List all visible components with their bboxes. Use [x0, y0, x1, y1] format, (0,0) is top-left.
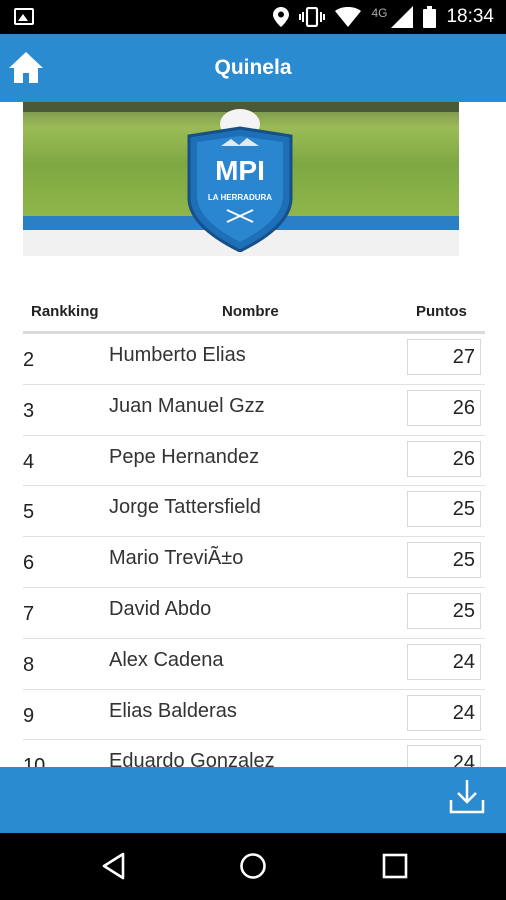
header-name: Nombre	[222, 303, 279, 320]
row-rank: 8	[23, 653, 35, 676]
row-rank: 7	[23, 602, 35, 625]
table-row: 8 Alex Cadena 24	[23, 639, 485, 690]
row-name: Mario TreviÃ±o	[109, 547, 244, 570]
row-rank: 4	[23, 450, 35, 473]
clock: 18:34	[446, 6, 494, 27]
wifi-icon	[335, 7, 362, 27]
row-points-field[interactable]: 25	[407, 542, 481, 579]
row-rank: 10	[23, 755, 46, 767]
row-points-field[interactable]: 24	[407, 694, 481, 731]
page-title: Quinela	[214, 56, 292, 79]
table-body[interactable]: 2 Humberto Elias 27 3 Juan Manuel Gzz 26 4 Pepe…	[23, 334, 485, 767]
download-icon[interactable]	[448, 777, 486, 815]
row-name: David Abdo	[109, 597, 212, 620]
row-name: Eduardo Gonzalez	[109, 750, 275, 767]
row-name: Juan Manuel Gzz	[109, 394, 265, 417]
row-points-field[interactable]: 25	[407, 491, 481, 528]
ranking-table: Rankking Nombre Puntos	[23, 290, 485, 334]
row-name: Alex Cadena	[109, 648, 224, 671]
row-name: Pepe Hernandez	[109, 445, 260, 468]
row-rank: 2	[23, 349, 35, 371]
recents-icon[interactable]	[380, 851, 410, 881]
table-row: 2 Humberto Elias 27	[23, 334, 485, 385]
header-rank: Rankking	[31, 303, 99, 320]
signal-icon	[391, 6, 414, 28]
home-button-icon[interactable]	[238, 851, 268, 881]
svg-text:MPI: MPI	[215, 155, 265, 186]
mpi-logo: MPI LA HERRADURA	[187, 109, 293, 252]
table-row: 5 Jorge Tattersfield 25	[23, 486, 485, 538]
row-name: Elias Balderas	[109, 699, 237, 722]
location-icon	[273, 7, 290, 27]
table-row: 3 Juan Manuel Gzz 26	[23, 385, 485, 436]
vibrate-icon	[299, 7, 326, 27]
table-row: 10 Eduardo Gonzalez 24	[23, 740, 485, 767]
status-icons: 4G 18:34	[273, 6, 494, 28]
row-points-field[interactable]: 24	[407, 745, 481, 767]
bottom-bar	[0, 767, 506, 833]
row-name: Humberto Elias	[109, 344, 246, 366]
network-type: 4G	[371, 6, 388, 20]
row-name: Jorge Tattersfield	[109, 496, 261, 519]
table-row: 4 Pepe Hernandez 26	[23, 436, 485, 487]
row-points-field[interactable]: 24	[407, 643, 481, 680]
back-icon[interactable]	[99, 851, 129, 881]
row-rank: 5	[23, 501, 35, 524]
row-points-field[interactable]: 26	[407, 440, 481, 477]
table-row: 9 Elias Balderas 24	[23, 690, 485, 741]
row-points-field[interactable]: 25	[407, 592, 481, 629]
svg-text:LA HERRADURA: LA HERRADURA	[208, 193, 272, 202]
table-row: 7 David Abdo 25	[23, 588, 485, 639]
table-header: Rankking Nombre Puntos	[23, 290, 485, 334]
row-rank: 6	[23, 552, 35, 575]
row-points-field[interactable]: 26	[407, 389, 481, 426]
status-bar: 4G 18:34	[0, 0, 506, 34]
row-rank: 9	[23, 704, 35, 727]
banner-image: MPI LA HERRADURA	[23, 102, 459, 256]
gallery-notification-icon	[14, 8, 34, 25]
row-rank: 3	[23, 399, 35, 422]
row-points-field[interactable]: 27	[407, 339, 481, 375]
header-points: Puntos	[416, 303, 467, 320]
app-bar: Quinela	[0, 34, 506, 102]
navigation-bar	[0, 833, 506, 900]
table-row: 6 Mario TreviÃ±o 25	[23, 537, 485, 588]
battery-icon	[423, 6, 437, 28]
